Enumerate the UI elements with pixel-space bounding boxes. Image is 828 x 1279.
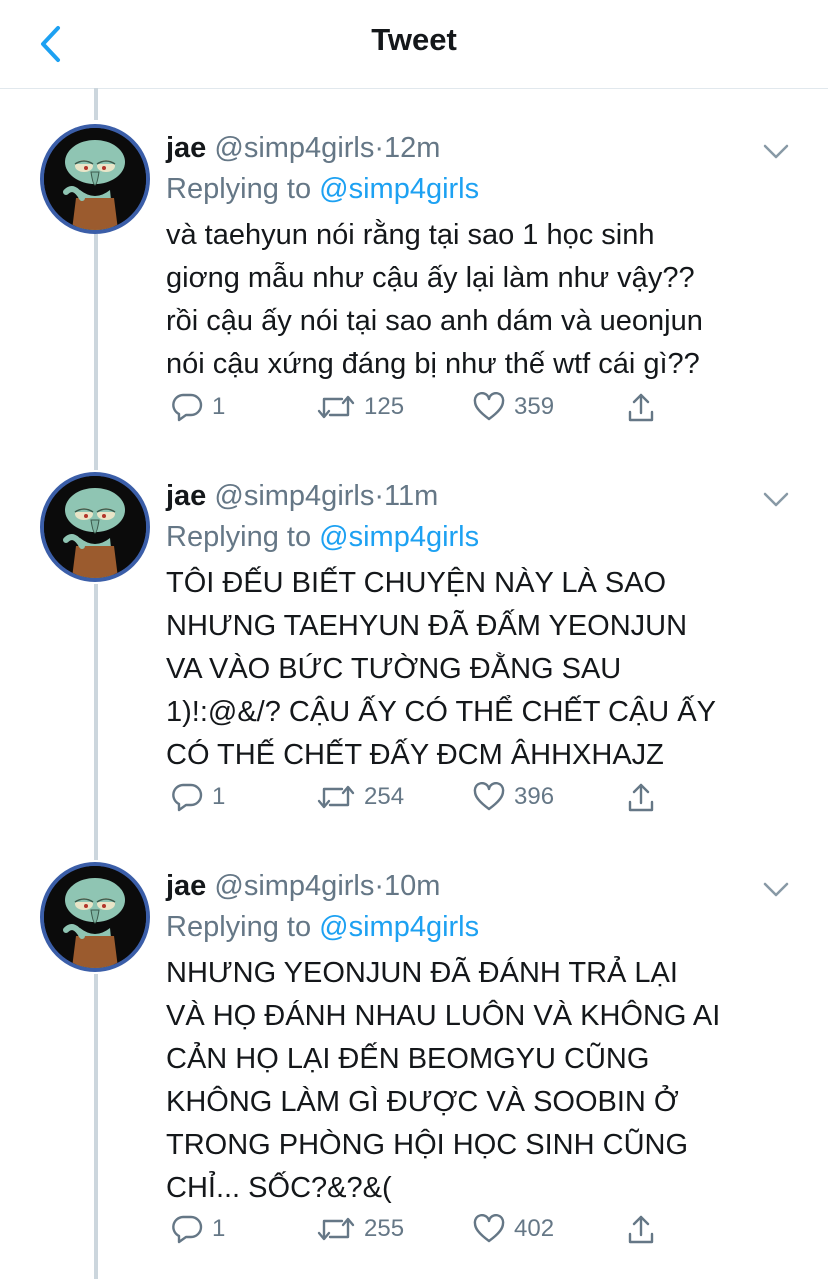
thread-line bbox=[94, 88, 98, 120]
replying-to-link[interactable]: @simp4girls bbox=[319, 521, 479, 553]
replying-to-label: Replying to bbox=[166, 521, 320, 553]
replying-to: Replying to @simp4girls bbox=[166, 171, 479, 207]
tweet-text-line: VA VÀO BỨC TƯỜNG ĐẰNG SAU bbox=[166, 653, 622, 685]
share-button[interactable] bbox=[626, 392, 664, 424]
tweet-text-line: 1)!:@&/? CẬU ẤY CÓ THỂ CHẾT CẬU ẤY bbox=[166, 696, 716, 728]
timestamp[interactable]: 12m bbox=[384, 132, 440, 164]
tweet-actions: 1 125 359 bbox=[166, 392, 686, 432]
user-handle[interactable]: @simp4girls bbox=[214, 132, 374, 164]
user-handle[interactable]: @simp4girls bbox=[214, 480, 374, 512]
tweet-text-line: giơng mẫu như cậu ấy lại làm như vậy?? bbox=[166, 262, 695, 294]
timestamp[interactable]: 11m bbox=[384, 480, 438, 512]
share-button[interactable] bbox=[626, 1214, 664, 1246]
user-handle[interactable]: @simp4girls bbox=[214, 870, 374, 902]
tweet-text-line: VÀ HỌ ĐÁNH NHAU LUÔN VÀ KHÔNG AI bbox=[166, 1000, 721, 1032]
timestamp[interactable]: 10m bbox=[384, 870, 440, 902]
retweet-icon bbox=[317, 1217, 355, 1241]
share-icon bbox=[628, 1215, 654, 1244]
reply-icon bbox=[172, 1215, 203, 1244]
reply-count: 1 bbox=[212, 1215, 226, 1242]
replying-to-label: Replying to bbox=[166, 911, 320, 943]
chevron-down-icon bbox=[763, 144, 789, 159]
replying-to: Replying to @simp4girls bbox=[166, 519, 479, 555]
reply-button[interactable]: 1 bbox=[170, 782, 225, 812]
share-icon bbox=[628, 393, 654, 422]
tweet-header: jae @simp4girls·12m bbox=[166, 130, 440, 166]
replying-to-link[interactable]: @simp4girls bbox=[319, 911, 479, 943]
retweet-count: 254 bbox=[364, 783, 405, 810]
retweet-button[interactable]: 254 bbox=[316, 782, 404, 812]
avatar[interactable] bbox=[40, 472, 150, 582]
replying-to: Replying to @simp4girls bbox=[166, 909, 479, 945]
retweet-button[interactable]: 255 bbox=[316, 1214, 404, 1244]
tweet-header: jae @simp4girls·11m bbox=[166, 478, 438, 514]
share-button[interactable] bbox=[626, 782, 664, 814]
tweet-text-line: TRONG PHÒNG HỘI HỌC SINH CŨNG bbox=[166, 1129, 689, 1161]
replying-to-label: Replying to bbox=[166, 173, 320, 205]
squidward-avatar-image bbox=[44, 476, 146, 578]
tweet-header: jae @simp4girls·10m bbox=[166, 868, 440, 904]
reply-count: 1 bbox=[212, 783, 226, 810]
heart-icon bbox=[473, 782, 505, 811]
reply-button[interactable]: 1 bbox=[170, 1214, 225, 1244]
tweet-actions: 1 255 402 bbox=[166, 1214, 686, 1254]
tweet-text: TÔI ĐẾU BIẾT CHUYỆN NÀY LÀ SAO NHƯNG TAE… bbox=[166, 562, 786, 777]
tweet-text: và taehyun nói rằng tại sao 1 học sinh g… bbox=[166, 214, 786, 386]
page-title: Tweet bbox=[371, 22, 457, 57]
separator-dot: · bbox=[374, 870, 385, 902]
tweet-text: NHƯNG YEONJUN ĐÃ ĐÁNH TRẢ LẠI VÀ HỌ ĐÁNH… bbox=[166, 952, 786, 1210]
like-button[interactable]: 359 bbox=[472, 392, 554, 422]
reply-icon bbox=[172, 393, 203, 422]
separator-dot: · bbox=[374, 132, 385, 164]
separator-dot: · bbox=[374, 480, 385, 512]
tweet-text-line: CÓ THẾ CHẾT ĐẤY ĐCM ÂHHXHAJZ bbox=[166, 739, 664, 771]
like-count: 396 bbox=[514, 783, 555, 810]
replying-to-link[interactable]: @simp4girls bbox=[319, 173, 479, 205]
tweet-text-line: NHƯNG TAEHYUN ĐÃ ĐẤM YEONJUN bbox=[166, 610, 688, 642]
tweet-text-line: CHỈ... SỐC?&?&( bbox=[166, 1172, 392, 1204]
display-name[interactable]: jae bbox=[166, 870, 206, 902]
like-count: 402 bbox=[514, 1215, 555, 1242]
tweet-text-line: rồi cậu ấy nói tại sao anh dám và ueonju… bbox=[166, 305, 703, 337]
retweet-count: 255 bbox=[364, 1215, 405, 1242]
retweet-button[interactable]: 125 bbox=[316, 392, 404, 422]
share-icon bbox=[628, 783, 654, 812]
reply-button[interactable]: 1 bbox=[170, 392, 225, 422]
tweet-text-line: NHƯNG YEONJUN ĐÃ ĐÁNH TRẢ LẠI bbox=[166, 957, 678, 989]
tweet[interactable]: jae @simp4girls·11m Replying to @simp4gi… bbox=[0, 472, 828, 832]
tweet[interactable]: jae @simp4girls·10m Replying to @simp4gi… bbox=[0, 862, 828, 1272]
tweet-text-line: CẢN HỌ LẠI ĐẾN BEOMGYU CŨNG bbox=[166, 1043, 650, 1075]
tweet-menu-button[interactable] bbox=[762, 490, 790, 510]
tweet-text-line: và taehyun nói rằng tại sao 1 học sinh bbox=[166, 219, 655, 251]
like-count: 359 bbox=[514, 393, 555, 420]
tweet-menu-button[interactable] bbox=[762, 880, 790, 900]
top-bar: Tweet bbox=[0, 0, 828, 89]
retweet-count: 125 bbox=[364, 393, 405, 420]
display-name[interactable]: jae bbox=[166, 132, 206, 164]
squidward-avatar-image bbox=[44, 866, 146, 968]
tweet-text-line: KHÔNG LÀM GÌ ĐƯỢC VÀ SOOBIN Ở bbox=[166, 1086, 679, 1118]
tweet-text-line: nói cậu xứng đáng bị như thế wtf cái gì?… bbox=[166, 348, 700, 380]
tweet-text-line: TÔI ĐẾU BIẾT CHUYỆN NÀY LÀ SAO bbox=[166, 567, 667, 599]
like-button[interactable]: 402 bbox=[472, 1214, 554, 1244]
chevron-down-icon bbox=[763, 492, 789, 507]
chevron-down-icon bbox=[763, 882, 789, 897]
like-button[interactable]: 396 bbox=[472, 782, 554, 812]
display-name[interactable]: jae bbox=[166, 480, 206, 512]
reply-count: 1 bbox=[212, 393, 226, 420]
tweet-menu-button[interactable] bbox=[762, 142, 790, 162]
retweet-icon bbox=[317, 785, 355, 809]
tweet-actions: 1 254 396 bbox=[166, 782, 686, 822]
tweet[interactable]: jae @simp4girls·12m Replying to @simp4gi… bbox=[0, 124, 828, 444]
avatar[interactable] bbox=[40, 862, 150, 972]
squidward-avatar-image bbox=[44, 128, 146, 230]
avatar[interactable] bbox=[40, 124, 150, 234]
heart-icon bbox=[473, 392, 505, 421]
heart-icon bbox=[473, 1214, 505, 1243]
retweet-icon bbox=[317, 395, 355, 419]
reply-icon bbox=[172, 783, 203, 812]
